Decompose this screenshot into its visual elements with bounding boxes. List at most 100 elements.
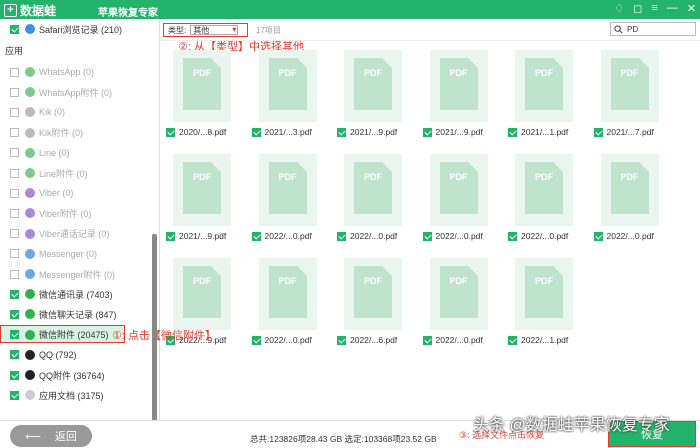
file-tile[interactable]: PDF 2022/...0.pdf — [422, 258, 497, 348]
sidebar-item[interactable]: Kik (0) — [10, 104, 65, 120]
checkbox[interactable] — [10, 229, 19, 239]
checkbox[interactable] — [10, 188, 19, 198]
sidebar-item[interactable]: WhatsApp附件 (0) — [10, 84, 112, 100]
pdf-thumbnail[interactable]: PDF — [600, 50, 659, 122]
checkbox[interactable] — [10, 249, 19, 259]
pdf-thumbnail[interactable]: PDF — [429, 154, 488, 226]
pdf-thumbnail[interactable]: PDF — [515, 154, 573, 226]
sidebar-item[interactable]: 微信通讯录 (7403) — [10, 286, 113, 302]
type-filter[interactable]: 类型: 其他 — [163, 23, 248, 37]
file-tile[interactable]: PDF 2020/...8.pdf — [166, 50, 240, 140]
checkbox[interactable] — [10, 350, 19, 360]
sidebar-item[interactable]: Line附件 (0) — [10, 165, 88, 181]
close-icon[interactable]: ✕ — [687, 2, 696, 15]
sidebar-item[interactable]: Kik附件 (0) — [10, 125, 83, 141]
checkbox[interactable] — [508, 335, 517, 345]
sidebar-item-safari[interactable]: Safari浏览记录 (210) — [10, 21, 122, 37]
checkbox[interactable] — [508, 127, 517, 137]
pdf-thumbnail[interactable]: PDF — [600, 154, 659, 226]
pdf-thumbnail[interactable]: PDF — [515, 50, 573, 122]
back-button[interactable]: ⟵ 返回 — [10, 425, 92, 447]
file-tile[interactable]: PDF 2022/...0.pdf — [593, 154, 668, 244]
checkbox[interactable] — [10, 87, 19, 97]
checkbox[interactable] — [10, 208, 19, 218]
pdf-thumbnail[interactable]: PDF — [258, 50, 317, 122]
file-tile[interactable]: PDF 2021/...3.pdf — [251, 50, 326, 140]
pdf-thumbnail[interactable]: PDF — [515, 258, 573, 330]
checkbox[interactable] — [593, 231, 603, 241]
checkbox[interactable] — [593, 127, 603, 137]
sidebar-item[interactable]: QQ (792) — [10, 347, 77, 363]
pdf-thumbnail[interactable]: PDF — [258, 258, 317, 330]
file-tile[interactable]: PDF 2022/...0.pdf — [251, 154, 326, 244]
sidebar-item[interactable]: 微信聊天记录 (847) — [10, 306, 117, 322]
pdf-thumbnail[interactable]: PDF — [173, 154, 231, 226]
checkbox[interactable] — [10, 309, 19, 319]
file-tile[interactable]: PDF 2021/...9.pdf — [166, 154, 240, 244]
checkbox[interactable] — [166, 231, 175, 241]
checkbox[interactable] — [10, 330, 19, 340]
checkbox[interactable] — [10, 107, 19, 117]
checkbox[interactable] — [10, 128, 19, 138]
sidebar-item[interactable]: WhatsApp (0) — [10, 64, 94, 80]
sidebar-item[interactable]: Line (0) — [10, 145, 70, 161]
pdf-thumbnail[interactable]: PDF — [173, 258, 231, 330]
pdf-thumbnail[interactable]: PDF — [429, 50, 488, 122]
checkbox[interactable] — [422, 127, 432, 137]
checkbox[interactable] — [10, 168, 19, 178]
sidebar-item[interactable]: 应用文档 (3175) — [10, 387, 104, 403]
checkbox[interactable] — [10, 67, 19, 77]
checkbox[interactable] — [10, 148, 19, 158]
checkbox[interactable] — [337, 231, 346, 241]
file-tile[interactable]: PDF 2021/...7.pdf — [593, 50, 668, 140]
app-icon — [25, 168, 35, 178]
sidebar-item[interactable]: Viber通话记录 (0) — [10, 226, 109, 242]
sidebar-item[interactable]: Viber (0) — [10, 185, 73, 201]
sidebar-item[interactable]: Viber附件 (0) — [10, 205, 91, 221]
sidebar-item[interactable]: QQ附件 (36764) — [10, 367, 105, 383]
checkbox[interactable] — [10, 24, 19, 34]
checkbox[interactable] — [166, 127, 175, 137]
chat-icon[interactable]: ◻ — [633, 2, 642, 15]
checkbox[interactable] — [337, 335, 346, 345]
file-tile[interactable]: PDF 2022/...0.pdf — [508, 154, 582, 244]
checkbox[interactable] — [337, 127, 346, 137]
checkbox[interactable] — [10, 289, 19, 299]
type-select[interactable]: 其他 — [190, 25, 239, 35]
file-tile[interactable]: PDF 2022/...0.pdf — [422, 154, 497, 244]
checkbox[interactable] — [251, 127, 261, 137]
pdf-thumbnail[interactable]: PDF — [344, 258, 402, 330]
pdf-thumbnail[interactable]: PDF — [344, 154, 402, 226]
file-tile[interactable]: PDF 2022/...0.pdf — [251, 258, 326, 348]
pdf-thumbnail[interactable]: PDF — [429, 258, 488, 330]
file-tile[interactable]: PDF 2021/...9.pdf — [422, 50, 497, 140]
pdf-file-icon — [525, 162, 563, 214]
checkbox[interactable] — [422, 231, 432, 241]
checkbox[interactable] — [10, 390, 19, 400]
pdf-thumb-label: PDF — [535, 68, 553, 78]
sidebar-item[interactable]: 微信附件 (20475) — [10, 327, 109, 343]
checkbox[interactable] — [422, 335, 432, 345]
pdf-thumbnail[interactable]: PDF — [258, 154, 317, 226]
menu-icon[interactable]: ≡ — [651, 2, 657, 15]
file-tile[interactable]: PDF 2021/...1.pdf — [508, 50, 582, 140]
file-tile[interactable]: PDF 2021/...9.pdf — [337, 50, 411, 140]
checkbox[interactable] — [251, 231, 261, 241]
checkbox[interactable] — [251, 335, 261, 345]
file-tile[interactable]: PDF 2022/...0.pdf — [337, 154, 411, 244]
checkbox[interactable] — [508, 231, 517, 241]
pdf-thumbnail[interactable]: PDF — [344, 50, 402, 122]
search-input[interactable]: PD — [610, 22, 696, 36]
sidebar-item[interactable]: Messenger (0) — [10, 246, 97, 262]
diamond-icon[interactable]: ♢ — [614, 2, 624, 15]
file-tile[interactable]: PDF 2022/...1.pdf — [508, 258, 582, 348]
sidebar-item-label: QQ附件 (36764) — [39, 370, 105, 381]
checkbox[interactable] — [10, 269, 19, 279]
pdf-thumbnail[interactable]: PDF — [173, 50, 231, 122]
minimize-icon[interactable]: — — [667, 2, 678, 15]
sidebar-item-label: Viber通话记录 (0) — [39, 229, 110, 240]
sidebar-item[interactable]: Messenger附件 (0) — [10, 266, 115, 282]
file-tile[interactable]: PDF 2022/...6.pdf — [337, 258, 411, 348]
pdf-thumb-label: PDF — [449, 68, 468, 78]
checkbox[interactable] — [10, 370, 19, 380]
